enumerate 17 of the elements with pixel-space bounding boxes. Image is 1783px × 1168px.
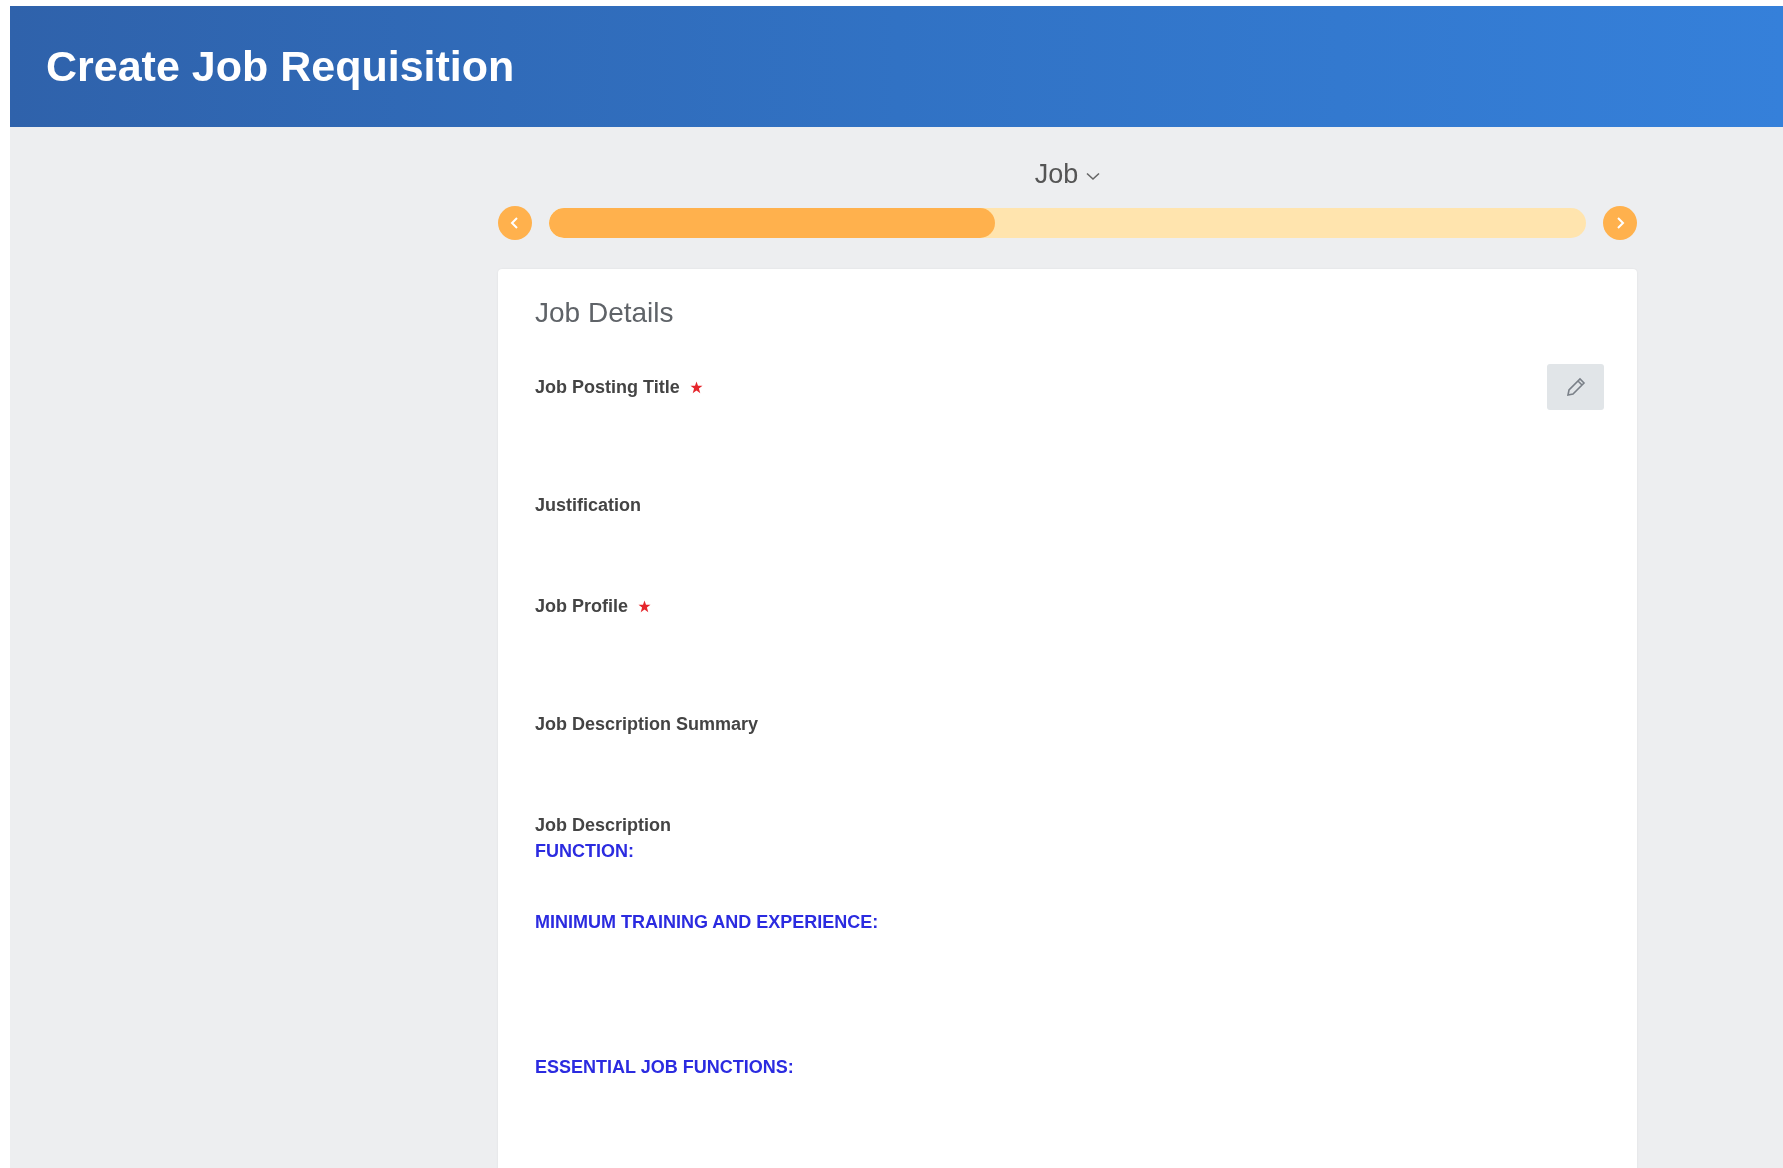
next-button[interactable] — [1603, 206, 1637, 240]
card-title: Job Details — [535, 297, 675, 329]
page-title: Create Job Requisition — [46, 42, 515, 91]
field-label: Justification — [535, 494, 641, 516]
section-heading: ESSENTIAL JOB FUNCTIONS: — [535, 1057, 795, 1078]
edit-button[interactable] — [1547, 364, 1604, 410]
field-label: Job Description Summary — [535, 713, 759, 735]
chevron-right-icon — [1614, 215, 1626, 231]
section-heading: MINIMUM TRAINING AND EXPERIENCE: — [535, 912, 880, 933]
previous-button[interactable] — [498, 206, 532, 240]
field-label: Job Description — [535, 814, 672, 836]
section-heading: FUNCTION: — [535, 841, 635, 862]
step-dropdown[interactable]: Job — [1034, 159, 1101, 190]
chevron-down-icon — [1086, 172, 1101, 181]
field-label: Job Profile — [535, 595, 628, 617]
chevron-left-icon — [509, 215, 521, 231]
field-label: Job Posting Title — [535, 376, 680, 398]
